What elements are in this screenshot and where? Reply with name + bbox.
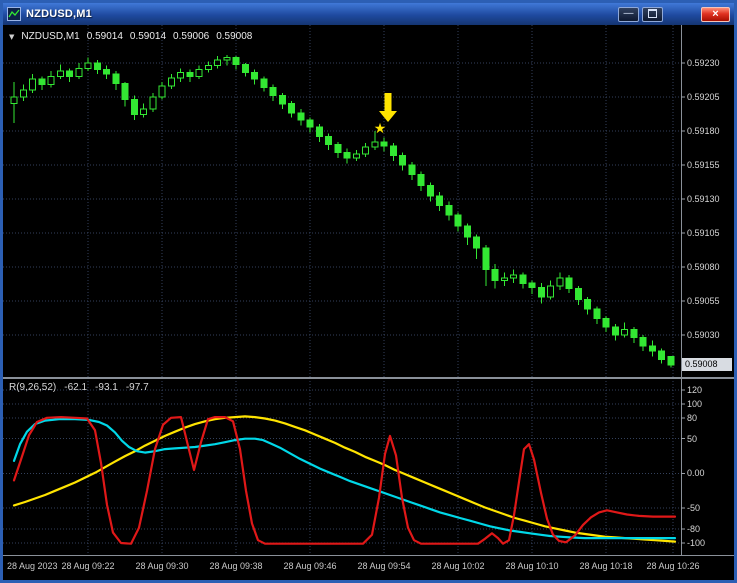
close-button[interactable]: × xyxy=(701,6,730,22)
indicator-value-3: -97.7 xyxy=(125,382,149,393)
indicator-value-2: -93.1 xyxy=(95,382,118,393)
ohlc-symbol: NZDUSD,M1 xyxy=(21,31,80,42)
ohlc-high: 0.59014 xyxy=(129,31,167,42)
indicator-name: R(9,26,52) xyxy=(9,382,57,393)
candles xyxy=(10,54,675,368)
window-titlebar[interactable]: NZDUSD,M1 — × xyxy=(3,3,734,25)
window-icon xyxy=(7,7,21,21)
chart-marker-icon: ▼ xyxy=(9,32,15,41)
price-axis[interactable] xyxy=(681,25,734,378)
restore-button[interactable] xyxy=(642,6,663,22)
indicator-axis[interactable] xyxy=(681,380,734,554)
chart-window: NZDUSD,M1 — × ★ 0.59230 0.59205 0.59180 0.5… xyxy=(0,0,737,583)
ohlc-open: 0.59014 xyxy=(86,31,123,42)
ohlc-low: 0.59006 xyxy=(173,31,210,42)
signal-star-icon: ★ xyxy=(374,121,387,137)
ohlc-readout: ▼ NZDUSD,M1 0.59014 0.59014 0.59006 0.59… xyxy=(9,31,252,42)
ohlc-close: 0.59008 xyxy=(216,31,253,42)
time-axis[interactable] xyxy=(3,556,734,580)
chart-area: ★ 0.59230 0.59205 0.59180 0.59155 0.59130 0.5… xyxy=(3,25,734,580)
chart-canvas[interactable]: ★ xyxy=(3,25,734,580)
indicator-value-1: -62.1 xyxy=(64,382,88,393)
oscillator-line-fast xyxy=(12,416,677,545)
window-title: NZDUSD,M1 xyxy=(26,8,92,20)
restore-icon xyxy=(648,8,657,18)
minimize-button[interactable]: — xyxy=(618,6,639,22)
oscillator-line-medium xyxy=(12,418,677,540)
window-controls: — × xyxy=(615,6,730,22)
indicator-readout: R(9,26,52) -62.1 -93.1 -97.7 xyxy=(9,382,149,393)
